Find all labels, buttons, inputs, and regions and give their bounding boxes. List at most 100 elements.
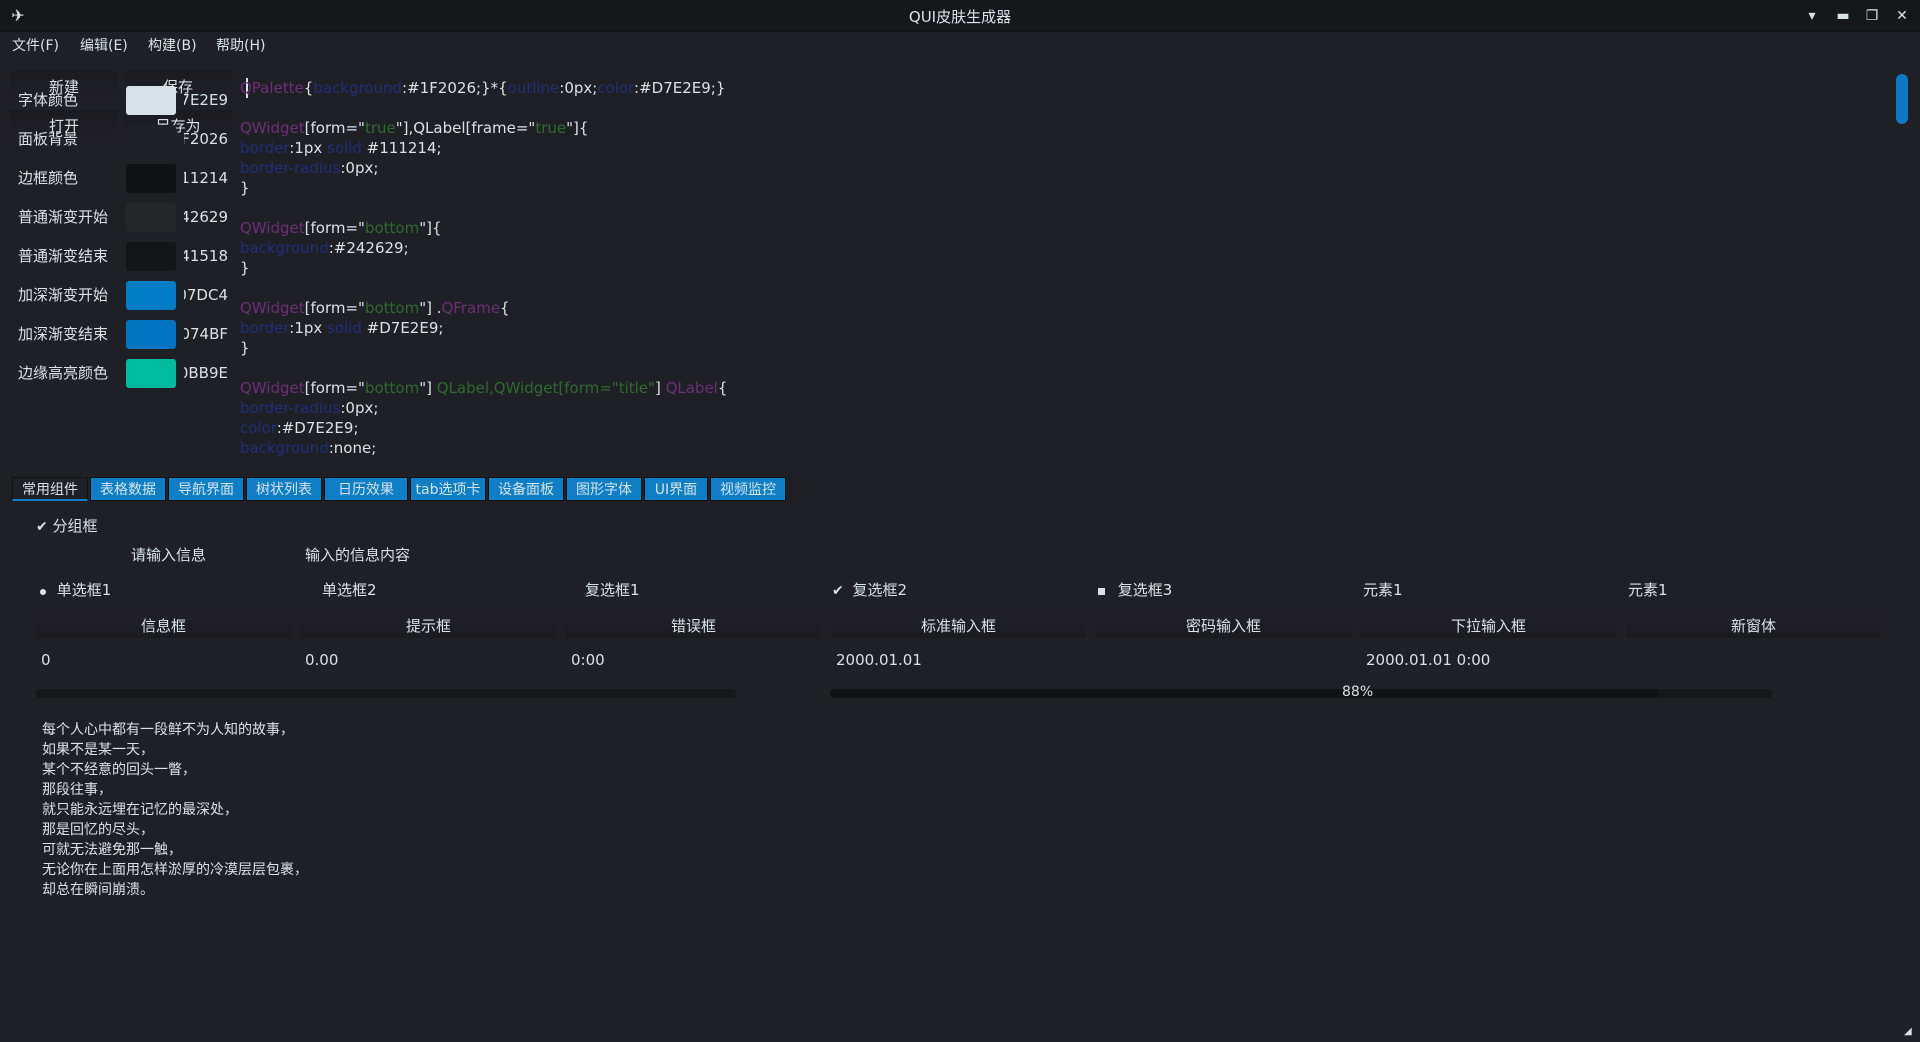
color-hex-input[interactable]: 11214 (184, 162, 228, 194)
groupbox-checkbox[interactable]: ✔ 分组框 (36, 515, 98, 536)
code-token: #111214; (361, 139, 442, 157)
code-token: QFrame (441, 299, 501, 317)
dialog-button-0[interactable]: 信息框 (36, 614, 291, 638)
color-swatch-button[interactable] (126, 242, 176, 271)
code-token: QWidget (240, 119, 305, 137)
spinbox-double[interactable]: 0.00 (305, 651, 338, 669)
radio-checked-icon (40, 589, 46, 595)
poem-line: 那段往事， (42, 782, 112, 798)
dialog-button-1[interactable]: 提示框 (301, 614, 556, 638)
poem-line: 可就无法避免那一触， (42, 842, 182, 858)
code-token: [form=" (304, 219, 365, 237)
menu-file[interactable]: 文件(F) (12, 36, 59, 56)
color-swatch-button[interactable] (126, 164, 176, 193)
editor-scrollbar[interactable] (1896, 74, 1908, 124)
color-swatch-button[interactable] (126, 125, 176, 154)
radio-1[interactable]: 单选框1 (40, 579, 111, 600)
code-token: :#1F2026;}*{ (402, 79, 508, 97)
code-token: "] (419, 379, 437, 397)
code-token: bottom (364, 299, 420, 317)
code-token: border-radius (240, 399, 341, 417)
menu-build[interactable]: 构建(B) (148, 36, 197, 56)
color-swatch-button[interactable] (126, 320, 176, 349)
code-line: background:none; (240, 438, 376, 458)
code-token: "]{ (419, 219, 442, 237)
tab-4[interactable]: 日历效果 (324, 477, 408, 501)
stylesheet-editor[interactable]: QPalette{background:#1F2026;}*{outline:0… (240, 68, 1908, 463)
combo-element-1[interactable]: 元素1 (1363, 579, 1403, 600)
color-swatch-button[interactable] (126, 281, 176, 310)
close-icon[interactable]: ✕ (1890, 4, 1914, 28)
tab-9[interactable]: 视频监控 (710, 477, 786, 501)
dialog-button-2[interactable]: 错误框 (566, 614, 821, 638)
tab-3[interactable]: 树状列表 (246, 477, 322, 501)
datetime-edit[interactable]: 2000.01.01 0:00 (1366, 651, 1490, 669)
radio-2[interactable]: 单选框2 (322, 579, 377, 600)
tab-2[interactable]: 导航界面 (168, 477, 244, 501)
dialog-button-5[interactable]: 下拉输入框 (1361, 614, 1616, 638)
time-edit[interactable]: 0:00 (571, 651, 605, 669)
resize-grip-icon[interactable]: ◢ (1904, 1026, 1916, 1038)
code-token: border (240, 319, 290, 337)
partial-check-icon (1098, 588, 1105, 595)
color-hex-input[interactable]: 7E2E9 (184, 84, 228, 116)
checkbox-3[interactable]: 复选框3 (1098, 579, 1172, 600)
date-edit[interactable]: 2000.01.01 (836, 651, 922, 669)
checkmark-icon: ✔ (832, 583, 844, 599)
combo-element-2[interactable]: 元素1 (1628, 579, 1668, 600)
checkbox-2-label: 复选框2 (852, 581, 908, 599)
checkbox-2[interactable]: ✔ 复选框2 (832, 579, 907, 600)
checkbox-3-label: 复选框3 (1117, 581, 1173, 599)
dropdown-icon[interactable]: ▾ (1800, 4, 1824, 28)
color-hex-input[interactable]: 41518 (184, 240, 228, 272)
spinbox-int[interactable]: 0 (41, 651, 51, 669)
color-hex-input[interactable]: F2026 (184, 123, 228, 155)
restore-icon[interactable]: ❐ (1860, 4, 1884, 28)
tab-8[interactable]: UI界面 (644, 477, 708, 501)
tab-0[interactable]: 常用组件 (12, 477, 88, 501)
info-input[interactable]: 输入的信息内容 (305, 544, 410, 565)
code-token: outline (507, 79, 560, 97)
dialog-button-4[interactable]: 密码输入框 (1096, 614, 1351, 638)
color-row: 字体颜色 7E2E9 (18, 84, 228, 116)
menu-help[interactable]: 帮助(H) (216, 36, 265, 56)
color-swatch-button[interactable] (126, 86, 176, 115)
code-token: true (364, 119, 396, 137)
color-row: 加深渐变结束 074BF (18, 318, 228, 350)
minimize-icon[interactable]: ▬ (1831, 4, 1855, 28)
code-line: border:1px solid #111214; (240, 138, 442, 158)
color-config-panel: 新建 保存 打开 另存为 字体颜色 7E2E9 面板背景 F2026 边框颜色 11214… (10, 68, 232, 463)
dialog-button-6[interactable]: 新窗体 (1626, 614, 1881, 638)
code-token: [form=" (304, 379, 365, 397)
tab-6[interactable]: 设备面板 (488, 477, 564, 501)
dialog-button-3[interactable]: 标准输入框 (831, 614, 1086, 638)
code-line: } (240, 338, 250, 358)
color-hex-input[interactable]: 0BB9E (184, 357, 228, 389)
poem-line: 无论你在上面用怎样淤厚的冷漠层层包裹， (42, 862, 308, 878)
color-hex-input[interactable]: 42629 (184, 201, 228, 233)
code-token: [form=" (304, 299, 365, 317)
widget-tabs: 常用组件 表格数据 导航界面 树状列表 日历效果 tab选项卡 设备面板 图形字体 UI界面 视频… (12, 477, 1912, 501)
color-swatch-button[interactable] (126, 359, 176, 388)
slider-track[interactable] (36, 689, 736, 698)
code-token: { (717, 379, 728, 397)
color-label: 加深渐变结束 (18, 325, 109, 343)
code-token: background (240, 239, 329, 257)
checkbox-1[interactable]: 复选框1 (585, 579, 640, 600)
code-token: border (240, 139, 290, 157)
code-line: border:1px solid #D7E2E9; (240, 318, 443, 338)
color-label: 边框颜色 (18, 169, 79, 187)
tab-7[interactable]: 图形字体 (566, 477, 642, 501)
groupbox-label: 分组框 (52, 517, 98, 535)
code-token: "],QLabel[frame=" (395, 119, 536, 137)
tab-5[interactable]: tab选项卡 (410, 477, 486, 501)
color-hex-input[interactable]: 07DC4 (184, 279, 228, 311)
code-line: QWidget[form="true"],QLabel[frame="true"… (240, 118, 588, 138)
color-hex-input[interactable]: 074BF (184, 318, 228, 350)
color-label: 边缘高亮颜色 (18, 364, 109, 382)
color-swatch-button[interactable] (126, 203, 176, 232)
poem-line: 那是回忆的尽头， (42, 822, 154, 838)
tab-1[interactable]: 表格数据 (90, 477, 166, 501)
menu-edit[interactable]: 编辑(E) (80, 36, 128, 56)
code-token: true (535, 119, 567, 137)
